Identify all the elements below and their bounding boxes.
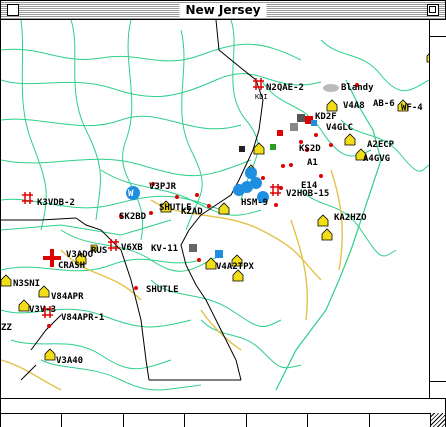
map-svg: N2QAE-2 Blandy AB-6 WF-4 V4A8 KD2F V4GLC… [1, 20, 429, 391]
status-cell [1, 413, 63, 427]
station-label: KA2HZO [334, 213, 367, 223]
station-label: N2QAE-2 [266, 83, 304, 93]
station-label: V4GLC [326, 123, 353, 133]
station-label: V4A8 [343, 101, 365, 111]
status-cell [247, 413, 309, 427]
status-cell [308, 413, 370, 427]
window-title: New Jersey [179, 3, 267, 17]
map-canvas[interactable]: N2QAE-2 Blandy AB-6 WF-4 V4A8 KD2F V4GLC… [1, 20, 429, 398]
station-label: KZAD [181, 207, 203, 217]
close-box-icon[interactable] [7, 4, 19, 16]
station-label: V84APR [51, 292, 84, 302]
status-line [1, 399, 445, 414]
station-label: CRASH [58, 261, 85, 271]
station-label: HSM-9 [241, 198, 268, 208]
station-label: V3PJR [149, 182, 177, 192]
station-label: SHUTLE [146, 285, 179, 295]
station-label: K3VDB-2 [37, 198, 75, 208]
digi-letter: W [128, 189, 134, 199]
scroll-down-button[interactable] [430, 381, 446, 398]
station-label: A4GVG [363, 154, 390, 164]
status-cell [62, 413, 124, 427]
station-sublabel: KDI [255, 93, 268, 101]
cloud-icon [323, 84, 339, 92]
station-label: KD2F [315, 112, 337, 122]
station-label: KS2D [299, 144, 321, 154]
station-label: RUS [91, 246, 107, 256]
status-cell [370, 413, 431, 427]
station-label: A2ECP [367, 140, 395, 150]
station-label: N3SNI [13, 279, 40, 289]
station-label: KV-11 [151, 244, 178, 254]
status-cell [124, 413, 186, 427]
resize-grip-icon[interactable] [430, 413, 445, 427]
scroll-up-button[interactable] [430, 20, 446, 37]
station-label: WF-4 [401, 103, 423, 113]
status-cells [1, 413, 431, 427]
station-label: V2HOB-15 [286, 189, 329, 199]
vertical-scrollbar[interactable] [429, 20, 446, 398]
status-cell [185, 413, 247, 427]
station-label: AB-6 [373, 99, 395, 109]
station-label: V4A2TPX [216, 262, 255, 272]
station-label: ZZ [1, 323, 12, 333]
station-label: Blandy [341, 83, 374, 93]
station-label: V3A40 [56, 356, 83, 366]
status-area [1, 398, 445, 427]
title-bar[interactable]: New Jersey [1, 1, 445, 20]
cluster-icons [90, 114, 317, 258]
station-label: V6XB [121, 243, 143, 253]
station-label: A1 [307, 158, 318, 168]
map-window: New Jersey N2QAE-2 Blandy AB-6 WF-4 V4A8… [0, 0, 446, 427]
station-label: SK2BD [119, 212, 147, 222]
station-label: V3V-3 [29, 305, 56, 315]
station-label: V84APR-1 [61, 313, 104, 323]
station-label: V3ADO [66, 250, 94, 260]
zoom-box-icon[interactable] [427, 4, 439, 16]
